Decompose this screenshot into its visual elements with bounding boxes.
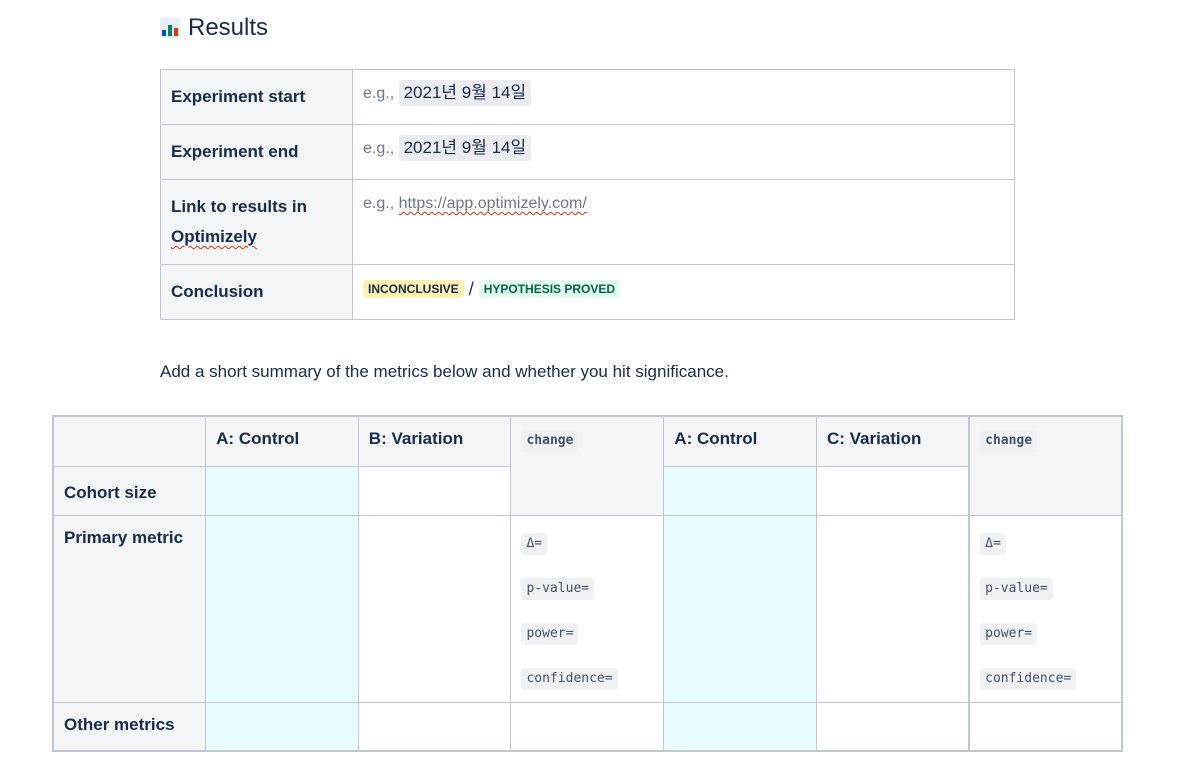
col-header-change-c: change [968,415,1123,516]
status-separator: / [468,279,474,299]
example-prefix: e.g., [363,85,395,102]
table-row: A: Control B: Variation change A: Contro… [52,415,1123,516]
link-cell[interactable]: e.g., https://app.optimizely.com/ [352,179,1015,265]
primary-b-cell[interactable] [357,514,512,703]
confidence-code: confidence= [521,667,618,690]
power-code: power= [980,622,1038,645]
primary-change-b-cell[interactable]: Δ= p-value= power= confidence= [510,514,665,703]
delta-code: Δ= [980,532,1006,555]
metrics-table: A: Control B: Variation change A: Contro… [52,415,1123,752]
end-cell[interactable]: e.g., 2021년 9월 14일 [352,124,1015,180]
col-header-b-variation: B: Variation [357,415,512,467]
primary-a2-cell[interactable] [663,514,817,703]
row-label-primary: Primary metric [52,514,207,703]
row-label-start: Experiment start [160,69,353,125]
cohort-b-cell[interactable] [357,465,512,516]
primary-change-c-cell[interactable]: Δ= p-value= power= confidence= [968,514,1123,703]
start-cell[interactable]: e.g., 2021년 9월 14일 [352,69,1015,125]
table-row: Link to results in Optimizely e.g., http… [160,179,1015,265]
section-heading: Results [160,14,268,42]
row-label-link: Link to results in Optimizely [160,179,353,265]
table-row: Experiment start e.g., 2021년 9월 14일 [160,69,1015,125]
confidence-code: confidence= [980,667,1077,690]
other-c-cell[interactable] [815,701,970,752]
row-label-conclusion: Conclusion [160,264,353,320]
corner-cell [52,415,207,467]
row-label-other: Other metrics [52,701,207,752]
p-value-code: p-value= [521,577,595,600]
end-date-chip[interactable]: 2021년 9월 14일 [398,135,532,161]
row-label-cohort: Cohort size [52,465,207,516]
status-badge-inconclusive[interactable]: INCONCLUSIVE [363,280,464,298]
link-label-line2: Optimizely [171,227,257,246]
col-header-a-control: A: Control [205,415,359,467]
p-value-code: p-value= [980,577,1053,600]
change-code: change [521,430,579,452]
example-prefix: e.g., [363,140,395,157]
link-label-line1: Link to results in [171,197,308,216]
change-code: change [980,430,1038,452]
other-change-c-cell[interactable] [968,701,1123,752]
delta-code: Δ= [521,532,548,555]
start-date-chip[interactable]: 2021년 9월 14일 [398,80,532,106]
other-a2-cell[interactable] [663,701,817,752]
cohort-a2-cell[interactable] [663,465,817,516]
table-row: Other metrics [52,701,1123,752]
status-badge-proved[interactable]: HYPOTHESIS PROVED [478,280,621,298]
col-header-c-variation: C: Variation [815,415,970,467]
table-row: Experiment end e.g., 2021년 9월 14일 [160,124,1015,180]
cohort-a-cell[interactable] [205,465,359,516]
page-title: Results [188,14,269,41]
power-code: power= [521,622,579,645]
experiment-info-table: Experiment start e.g., 2021년 9월 14일 Expe… [160,69,1015,320]
other-a-cell[interactable] [205,701,359,752]
other-b-cell[interactable] [357,701,512,752]
optimizely-link[interactable]: https://app.optimizely.com/ [399,195,587,212]
row-label-end: Experiment end [160,124,353,180]
table-row: Primary metric Δ= p-value= power= confid… [52,514,1123,703]
table-row: Conclusion INCONCLUSIVE / HYPOTHESIS PROVE… [160,264,1015,320]
example-prefix: e.g., [363,195,395,212]
conclusion-cell[interactable]: INCONCLUSIVE / HYPOTHESIS PROVED [352,264,1015,320]
cohort-c-cell[interactable] [815,465,970,516]
col-header-change-b: change [510,415,665,516]
other-change-b-cell[interactable] [510,701,665,752]
col-header-a-control-2: A: Control [663,415,817,467]
bar-chart-icon [160,18,180,38]
primary-a-cell[interactable] [205,514,359,703]
summary-text: Add a short summary of the metrics below… [160,362,729,381]
primary-c-cell[interactable] [815,514,970,703]
